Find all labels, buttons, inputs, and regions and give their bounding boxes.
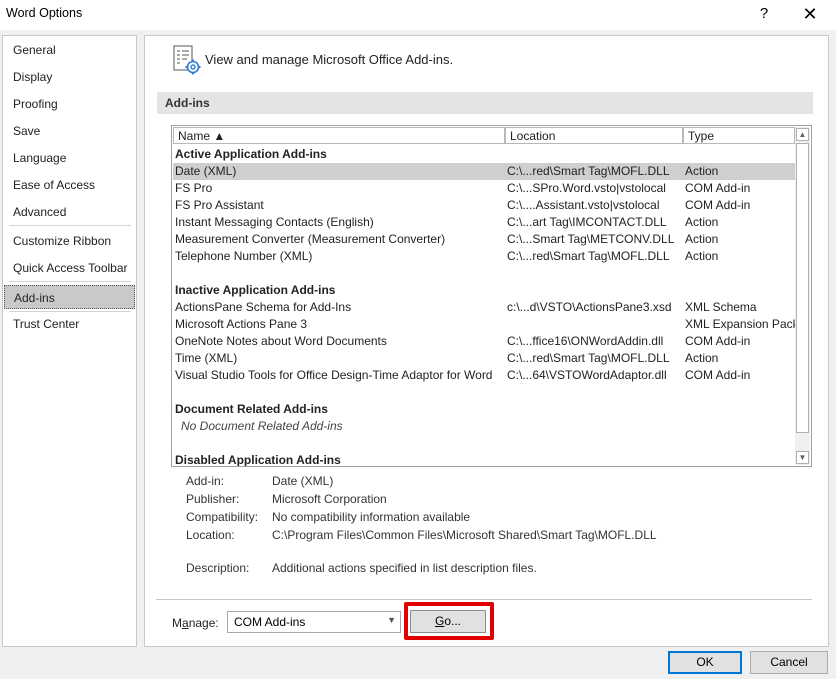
go-button[interactable]: Go... (410, 610, 486, 633)
manage-dropdown[interactable]: COM Add-ins ▼ (227, 611, 401, 633)
addin-name: Visual Studio Tools for Office Design-Ti… (175, 368, 493, 382)
group-header-disabled: Disabled Application Add-ins (175, 453, 341, 467)
detail-label-addin: Add-in: (186, 474, 225, 488)
addin-type: COM Add-in (685, 368, 751, 382)
detail-label-description: Description: (186, 561, 250, 575)
sidebar-item-general[interactable]: General (4, 38, 135, 62)
section-title: Add-ins (165, 96, 210, 110)
sidebar-item-proofing[interactable]: Proofing (4, 92, 135, 116)
detail-label-publisher: Publisher: (186, 492, 240, 506)
close-button[interactable]: ✕ (796, 3, 824, 25)
column-header-name[interactable]: Name ▲ (173, 127, 505, 144)
scroll-down-arrow-icon[interactable]: ▼ (796, 451, 809, 464)
addin-name: ActionsPane Schema for Add-Ins (175, 300, 352, 314)
table-row[interactable]: ActionsPane Schema for Add-Ins c:\...d\V… (173, 299, 795, 316)
column-header-type[interactable]: Type (683, 127, 795, 144)
sidebar-item-quick-access-toolbar[interactable]: Quick Access Toolbar (4, 256, 135, 280)
scroll-up-arrow-icon[interactable]: ▲ (796, 128, 809, 141)
table-row[interactable]: Time (XML) C:\...red\Smart Tag\MOFL.DLL … (173, 350, 795, 367)
addin-type: COM Add-in (685, 198, 751, 212)
manage-dropdown-value: COM Add-ins (234, 615, 306, 629)
manage-divider (156, 599, 812, 600)
table-row[interactable]: FS Pro C:\...SPro.Word.vsto|vstolocal CO… (173, 180, 795, 197)
addin-name: OneNote Notes about Word Documents (175, 334, 387, 348)
addin-type: COM Add-in (685, 334, 751, 348)
addin-type: COM Add-in (685, 181, 751, 195)
add-ins-gear-icon (173, 45, 201, 75)
addin-type: Action (685, 249, 719, 263)
sidebar-item-save[interactable]: Save (4, 119, 135, 143)
ok-button[interactable]: OK (668, 651, 742, 674)
addin-location: c:\...d\VSTO\ActionsPane3.xsd (507, 300, 672, 314)
table-row[interactable]: Visual Studio Tools for Office Design-Ti… (173, 367, 795, 384)
addin-type: Action (685, 351, 719, 365)
addin-type: XML Schema (685, 300, 757, 314)
add-ins-panel: View and manage Microsoft Office Add-ins… (144, 35, 829, 647)
detail-value-compatibility: No compatibility information available (272, 510, 471, 524)
sidebar-item-ease-of-access[interactable]: Ease of Access (4, 173, 135, 197)
sidebar-item-customize-ribbon[interactable]: Customize Ribbon (4, 229, 135, 253)
sidebar-item-display[interactable]: Display (4, 65, 135, 89)
window-title: Word Options (6, 6, 83, 20)
panel-header-text: View and manage Microsoft Office Add-ins… (205, 52, 454, 67)
addin-location: C:\...red\Smart Tag\MOFL.DLL (507, 351, 670, 365)
addin-location: C:\...art Tag\IMCONTACT.DLL (507, 215, 667, 229)
column-header-location[interactable]: Location (505, 127, 683, 144)
addin-name: FS Pro Assistant (175, 198, 264, 212)
addin-name: Date (XML) (175, 164, 237, 178)
addin-location: C:\...red\Smart Tag\MOFL.DLL (507, 249, 670, 263)
detail-value-publisher: Microsoft Corporation (272, 492, 387, 506)
chevron-down-icon: ▼ (387, 615, 396, 625)
group-header-active: Active Application Add-ins (175, 147, 327, 161)
addin-name: Time (XML) (175, 351, 238, 365)
table-row[interactable]: Measurement Converter (Measurement Conve… (173, 231, 795, 248)
addin-location: C:\....Assistant.vsto|vstolocal (507, 198, 660, 212)
detail-value-location: C:\Program Files\Common Files\Microsoft … (272, 528, 657, 542)
addin-name: Telephone Number (XML) (175, 249, 313, 263)
table-row[interactable]: OneNote Notes about Word Documents C:\..… (173, 333, 795, 350)
manage-label: Manage: (172, 616, 219, 630)
list-scrollbar[interactable]: ▲ ▼ (795, 127, 810, 465)
help-button[interactable]: ? (752, 3, 776, 25)
addin-location: C:\...SPro.Word.vsto|vstolocal (507, 181, 666, 195)
scroll-thumb[interactable] (796, 143, 809, 433)
addin-name: Instant Messaging Contacts (English) (175, 215, 374, 229)
detail-value-description: Additional actions specified in list des… (272, 561, 537, 575)
addin-type: Action (685, 164, 719, 178)
sidebar-divider (9, 225, 131, 226)
sidebar-divider (9, 281, 131, 282)
addin-location: C:\...red\Smart Tag\MOFL.DLL (507, 164, 670, 178)
table-row[interactable]: Telephone Number (XML) C:\...red\Smart T… (173, 248, 795, 265)
table-row[interactable]: Instant Messaging Contacts (English) C:\… (173, 214, 795, 231)
group-header-document: Document Related Add-ins (175, 402, 328, 416)
addin-location: C:\...Smart Tag\METCONV.DLL (507, 232, 675, 246)
table-row[interactable]: FS Pro Assistant C:\....Assistant.vsto|v… (173, 197, 795, 214)
sidebar-item-trust-center[interactable]: Trust Center (4, 312, 135, 336)
title-bar (0, 0, 836, 30)
group-header-inactive: Inactive Application Add-ins (175, 283, 336, 297)
addin-name: Microsoft Actions Pane 3 (175, 317, 308, 331)
sidebar-item-language[interactable]: Language (4, 146, 135, 170)
addin-location: C:\...ffice16\ONWordAddin.dll (507, 334, 664, 348)
detail-label-compatibility: Compatibility: (186, 510, 259, 524)
add-ins-list[interactable]: Name ▲ Location Type Active Application … (171, 125, 812, 467)
addin-name: FS Pro (175, 181, 213, 195)
detail-value-addin: Date (XML) (272, 474, 334, 488)
addin-type: Action (685, 232, 719, 246)
detail-label-location: Location: (186, 528, 235, 542)
cancel-button[interactable]: Cancel (750, 651, 828, 674)
options-sidebar: General Display Proofing Save Language E… (2, 35, 137, 647)
table-row[interactable]: Date (XML) C:\...red\Smart Tag\MOFL.DLL … (173, 163, 795, 180)
section-band: Add-ins (157, 92, 813, 114)
addin-type: XML Expansion Pack (685, 317, 799, 331)
addin-type: Action (685, 215, 719, 229)
addin-location: C:\...64\VSTOWordAdaptor.dll (507, 368, 667, 382)
table-row[interactable]: Microsoft Actions Pane 3 XML Expansion P… (173, 316, 799, 333)
addin-name: Measurement Converter (Measurement Conve… (175, 232, 446, 246)
sidebar-item-advanced[interactable]: Advanced (4, 200, 135, 224)
sidebar-item-add-ins[interactable]: Add-ins (4, 285, 135, 309)
empty-group-text: No Document Related Add-ins (181, 419, 343, 433)
